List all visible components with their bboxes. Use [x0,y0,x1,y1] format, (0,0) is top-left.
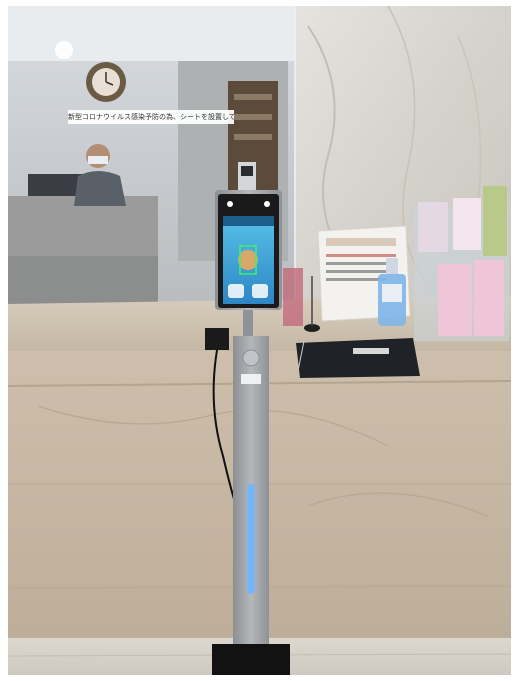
flower-frame [283,268,303,326]
kiosk-light-right [264,201,270,207]
kiosk-neck [243,310,253,340]
back-cabinet [8,256,158,306]
partition-caption: 新型コロナウイルス感染予防の為、シートを設置しています [68,110,234,124]
kiosk-light-left [227,201,233,207]
ceiling-light [55,41,73,59]
sanitizer-pump [386,258,398,274]
receptionist-body [74,171,126,206]
ledger-book [296,338,420,378]
brochure [474,260,504,336]
display-face [238,250,258,270]
brochure [453,198,481,250]
brochure [418,202,448,252]
receptionist-mask [88,156,108,164]
ceiling [8,6,298,61]
brochure [483,186,507,256]
brochure [438,264,472,336]
stand-base [212,644,290,675]
power-adapter [205,328,229,350]
lobby-scene [8,6,511,675]
photo-frame: 新型コロナウイルス感染予防の為、シートを設置しています [8,6,511,675]
